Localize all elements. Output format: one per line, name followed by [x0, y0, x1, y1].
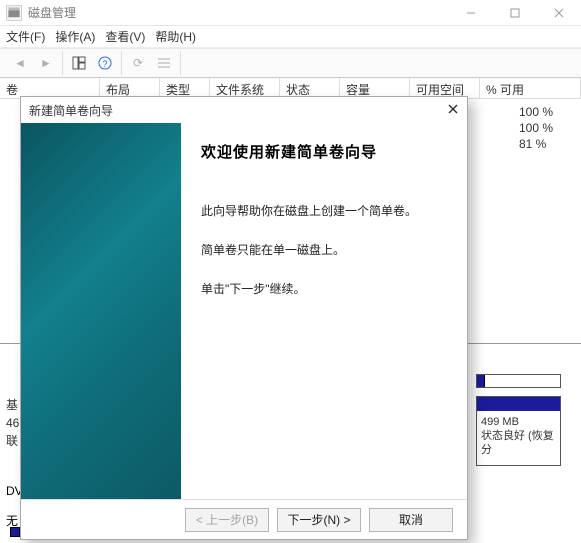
pct-values: 100 % 100 % 81 % — [519, 104, 553, 152]
wizard-text-3: 单击"下一步"继续。 — [201, 280, 449, 297]
new-simple-volume-wizard: 新建简单卷向导 欢迎使用新建简单卷向导 此向导帮助你在磁盘上创建一个简单卷。 简… — [20, 96, 468, 540]
main-titlebar: 磁盘管理 — [0, 0, 581, 26]
pct-row: 81 % — [519, 136, 553, 152]
pct-row: 100 % — [519, 104, 553, 120]
app-icon — [6, 5, 22, 21]
forward-icon[interactable]: ► — [34, 51, 58, 75]
close-button[interactable] — [537, 0, 581, 26]
wizard-body: 欢迎使用新建简单卷向导 此向导帮助你在磁盘上创建一个简单卷。 简单卷只能在单一磁… — [181, 123, 467, 499]
col-filesystem[interactable]: 文件系统 — [210, 78, 280, 98]
legend-primary-icon — [10, 527, 20, 537]
col-free[interactable]: 可用空间 — [410, 78, 480, 98]
partition-header — [477, 397, 560, 411]
menu-bar: 文件(F) 操作(A) 查看(V) 帮助(H) — [0, 26, 581, 48]
pct-row: 100 % — [519, 120, 553, 136]
col-capacity[interactable]: 容量 — [340, 78, 410, 98]
wizard-button-row: < 上一步(B) 下一步(N) > 取消 — [21, 499, 467, 539]
layout-icon[interactable] — [67, 51, 91, 75]
menu-file[interactable]: 文件(F) — [6, 28, 45, 45]
col-layout[interactable]: 布局 — [100, 78, 160, 98]
toolbar: ◄ ► ? ⟳ — [0, 48, 581, 78]
cancel-button[interactable]: 取消 — [369, 508, 453, 532]
wizard-side-banner — [21, 123, 181, 499]
wizard-close-icon[interactable] — [447, 103, 459, 118]
partition-strip — [476, 374, 561, 388]
back-button: < 上一步(B) — [185, 508, 269, 532]
menu-action[interactable]: 操作(A) — [55, 28, 95, 45]
wizard-heading: 欢迎使用新建简单卷向导 — [201, 141, 449, 162]
svg-text:?: ? — [102, 59, 107, 69]
disk-label-row: 基 — [6, 396, 19, 414]
partition-size: 499 MB — [481, 415, 556, 429]
partition-status: 状态良好 (恢复分 — [481, 429, 556, 457]
wizard-title: 新建简单卷向导 — [29, 102, 113, 119]
col-pct-free[interactable]: % 可用 — [480, 78, 581, 98]
col-volume[interactable]: 卷 — [0, 78, 100, 98]
wizard-titlebar[interactable]: 新建简单卷向导 — [21, 97, 467, 123]
menu-help[interactable]: 帮助(H) — [155, 28, 196, 45]
disk-left-labels: 基 46 联 — [6, 396, 19, 451]
minimize-button[interactable] — [449, 0, 493, 26]
partition-box[interactable]: 499 MB 状态良好 (恢复分 — [476, 396, 561, 466]
disk-label-row: 联 — [6, 432, 19, 450]
col-type[interactable]: 类型 — [160, 78, 210, 98]
wizard-text-2: 简单卷只能在单一磁盘上。 — [201, 241, 449, 258]
maximize-button[interactable] — [493, 0, 537, 26]
wizard-text-1: 此向导帮助你在磁盘上创建一个简单卷。 — [201, 202, 449, 219]
app-title: 磁盘管理 — [28, 4, 76, 21]
refresh-icon[interactable]: ⟳ — [126, 51, 150, 75]
col-status[interactable]: 状态 — [280, 78, 340, 98]
list-icon[interactable] — [152, 51, 176, 75]
disk-label-row: 46 — [6, 414, 19, 432]
menu-view[interactable]: 查看(V) — [105, 28, 145, 45]
help-icon[interactable]: ? — [93, 51, 117, 75]
back-icon[interactable]: ◄ — [8, 51, 32, 75]
next-button[interactable]: 下一步(N) > — [277, 508, 361, 532]
